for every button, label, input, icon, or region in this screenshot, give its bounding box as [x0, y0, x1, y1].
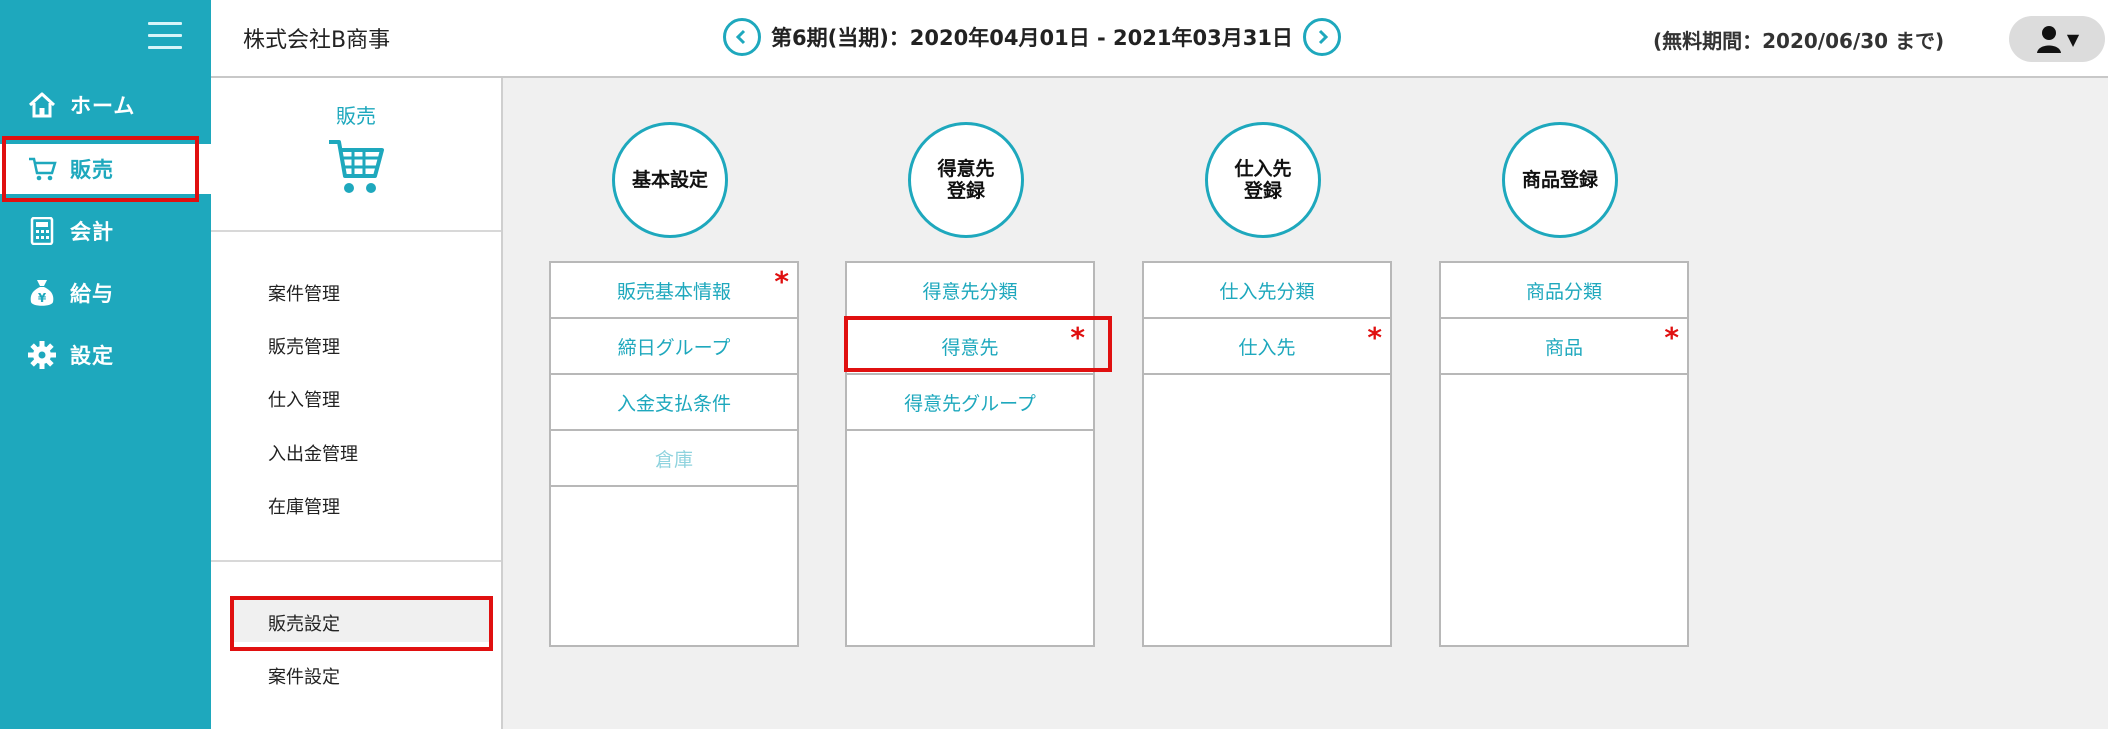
sub-item-sales-management[interactable]: 販売管理 [268, 333, 340, 359]
divider [211, 560, 501, 562]
home-icon [26, 89, 58, 121]
title-line: 得意先 [937, 158, 995, 180]
link-sales-basic-info[interactable]: 販売基本情報 * [551, 263, 797, 319]
period-label: 第6期(当期)：2020年04月01日 - 2021年03月31日 [771, 26, 1293, 50]
nav-item-label: 設定 [70, 344, 114, 368]
row-label: 仕入先 [1238, 336, 1296, 359]
link-payment-terms[interactable]: 入金支払条件 [551, 375, 797, 431]
link-supplier[interactable]: 仕入先 * [1144, 319, 1390, 375]
chevron-down-icon: ▼ [2066, 29, 2080, 49]
trial-period-text: (無料期間：2020/06/30 まで) [1653, 29, 1945, 53]
required-mark: * [774, 265, 789, 298]
title-line: 仕入先 [1234, 158, 1292, 180]
company-name: 株式会社B商事 [243, 28, 391, 53]
nav-item-label: 給与 [70, 282, 114, 306]
nav-item-settings[interactable]: 設定 [0, 330, 211, 380]
section-title: 基本設定 [631, 169, 708, 191]
row-label: 販売基本情報 [616, 280, 731, 303]
gear-icon [26, 339, 58, 371]
section-product-registration-list: 商品分類 商品 * [1439, 261, 1689, 647]
user-menu-button[interactable]: ▼ [2009, 16, 2105, 62]
title-line: 登録 [946, 180, 985, 202]
section-title: 得意先 登録 [937, 158, 994, 202]
cart-icon [26, 153, 58, 185]
nav-item-label: ホーム [70, 94, 136, 118]
link-warehouse: 倉庫 [551, 431, 797, 487]
link-closing-date-group[interactable]: 締日グループ [551, 319, 797, 375]
sub-item-payment-management[interactable]: 入出金管理 [268, 440, 358, 466]
chevron-right-icon [1318, 29, 1329, 45]
sub-item-purchase-management[interactable]: 仕入管理 [268, 386, 340, 412]
link-product-category[interactable]: 商品分類 [1441, 263, 1687, 319]
section-title: 仕入先 登録 [1234, 158, 1291, 202]
link-customer-group[interactable]: 得意先グループ [847, 375, 1093, 431]
section-title: 商品登録 [1521, 169, 1598, 191]
hamburger-menu-icon[interactable] [148, 22, 182, 52]
cart-icon [327, 136, 385, 200]
row-label: 入金支払条件 [616, 392, 731, 415]
top-header: 株式会社B商事 第6期(当期)：2020年04月01日 - 2021年03月31… [211, 0, 2108, 78]
sub-item-case-management[interactable]: 案件管理 [268, 280, 340, 306]
sub-item-sales-settings[interactable]: 販売設定 [268, 610, 340, 636]
svg-text:¥: ¥ [38, 291, 47, 305]
user-icon [2036, 26, 2061, 53]
link-product[interactable]: 商品 * [1441, 319, 1687, 375]
required-mark: * [1664, 321, 1679, 354]
sub-item-case-settings[interactable]: 案件設定 [268, 663, 340, 689]
chevron-left-icon [735, 29, 746, 45]
row-label: 得意先分類 [922, 280, 1018, 303]
money-bag-icon: ¥ [26, 277, 58, 309]
nav-item-label: 販売 [70, 158, 114, 182]
row-label: 倉庫 [654, 448, 693, 471]
nav-item-payroll[interactable]: ¥ 給与 [0, 268, 211, 318]
row-label: 仕入先分類 [1219, 280, 1315, 303]
row-label: 得意先 [941, 336, 999, 359]
sub-nav-title: 販売 [336, 104, 376, 128]
nav-item-accounting[interactable]: 会計 [0, 206, 211, 256]
left-sidebar: ホーム 販売 会計 ¥ 給与 設定 [0, 0, 211, 729]
link-customer-category[interactable]: 得意先分類 [847, 263, 1093, 319]
sub-item-inventory-management[interactable]: 在庫管理 [268, 493, 340, 519]
divider [211, 230, 501, 232]
nav-item-label: 会計 [70, 220, 114, 244]
section-basic-settings-list: 販売基本情報 * 締日グループ 入金支払条件 倉庫 [549, 261, 799, 647]
section-supplier-registration-list: 仕入先分類 仕入先 * [1142, 261, 1392, 647]
section-customer-registration-circle: 得意先 登録 [908, 122, 1024, 238]
required-mark: * [1070, 321, 1085, 354]
required-mark: * [1367, 321, 1382, 354]
nav-item-sales[interactable]: 販売 [0, 144, 211, 194]
row-label: 商品 [1544, 336, 1583, 359]
sub-navigation: 販売 案件管理 販売管理 仕入管理 入出金管理 在庫管理 販売設定 案件設定 [211, 78, 503, 729]
period-selector: 第6期(当期)：2020年04月01日 - 2021年03月31日 [723, 18, 1341, 56]
section-product-registration-circle: 商品登録 [1502, 122, 1618, 238]
section-basic-settings-circle: 基本設定 [612, 122, 728, 238]
section-supplier-registration-circle: 仕入先 登録 [1205, 122, 1321, 238]
section-customer-registration-list: 得意先分類 得意先 * 得意先グループ [845, 261, 1095, 647]
next-period-button[interactable] [1302, 18, 1341, 56]
nav-item-home[interactable]: ホーム [0, 80, 211, 130]
row-label: 商品分類 [1525, 280, 1602, 303]
calculator-icon [26, 215, 58, 247]
link-customer[interactable]: 得意先 * [847, 319, 1093, 375]
row-label: 得意先グループ [904, 392, 1036, 415]
title-line: 登録 [1243, 180, 1282, 202]
prev-period-button[interactable] [723, 18, 761, 56]
link-supplier-category[interactable]: 仕入先分類 [1144, 263, 1390, 319]
row-label: 締日グループ [617, 336, 731, 359]
